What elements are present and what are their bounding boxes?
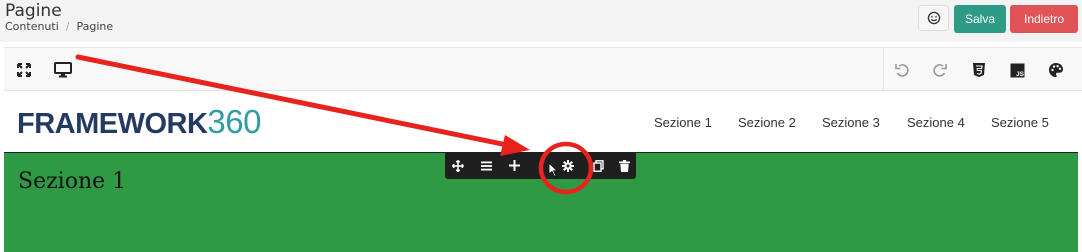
logo-word: FRAMEWORK [17, 108, 208, 140]
desktop-view-button[interactable] [45, 48, 81, 92]
settings-icon [562, 159, 574, 172]
breadcrumb-contenuti[interactable]: Contenuti [5, 20, 59, 33]
redo-icon [933, 64, 947, 77]
html-code-button[interactable] [961, 48, 997, 92]
page-title: Pagine [5, 1, 62, 21]
undo-button[interactable] [884, 48, 920, 92]
smile-icon [927, 11, 940, 25]
nav-item-sezione-2[interactable]: Sezione 2 [738, 115, 796, 130]
delete-block-button[interactable] [613, 152, 635, 179]
back-button[interactable]: Indietro [1010, 5, 1078, 33]
menu-icon [480, 161, 492, 170]
add-block-button[interactable] [503, 152, 525, 179]
redo-button[interactable] [922, 48, 958, 92]
undo-icon [895, 64, 909, 77]
save-button[interactable]: Salva [954, 5, 1006, 33]
html5-icon [973, 63, 985, 77]
emoji-button[interactable] [918, 5, 949, 31]
breadcrumb-separator: / [65, 20, 70, 33]
site-logo: FRAMEWORK360 [17, 103, 261, 141]
fullscreen-button[interactable] [6, 48, 42, 92]
palette-icon [1049, 63, 1063, 77]
logo-number: 360 [207, 103, 261, 140]
nav-item-sezione-5[interactable]: Sezione 5 [991, 115, 1049, 130]
top-header: Pagine Contenuti / Pagine Salva Indietro [0, 0, 1082, 42]
js-code-button[interactable]: JS [999, 48, 1035, 92]
move-block-button[interactable] [447, 152, 469, 179]
js-icon: JS [1010, 63, 1025, 78]
add-icon [508, 160, 520, 171]
block-settings-button[interactable] [557, 152, 579, 179]
svg-text:JS: JS [1016, 71, 1025, 78]
copy-block-button[interactable] [587, 152, 609, 179]
breadcrumb: Contenuti / Pagine [5, 20, 113, 33]
fullscreen-icon [17, 63, 31, 77]
nav-item-sezione-1[interactable]: Sezione 1 [654, 115, 712, 130]
theme-button[interactable] [1038, 48, 1074, 92]
nav-item-sezione-3[interactable]: Sezione 3 [822, 115, 880, 130]
block-menu-button[interactable] [475, 152, 497, 179]
desktop-icon [54, 62, 72, 78]
section-title: Sezione 1 [18, 169, 127, 194]
delete-icon [618, 159, 630, 172]
move-icon [452, 159, 464, 172]
block-toolbar [445, 152, 636, 179]
copy-icon [592, 159, 604, 172]
breadcrumb-pagine: Pagine [76, 20, 114, 33]
nav-item-sezione-4[interactable]: Sezione 4 [907, 115, 965, 130]
editor-toolbar: JS [4, 47, 1082, 92]
